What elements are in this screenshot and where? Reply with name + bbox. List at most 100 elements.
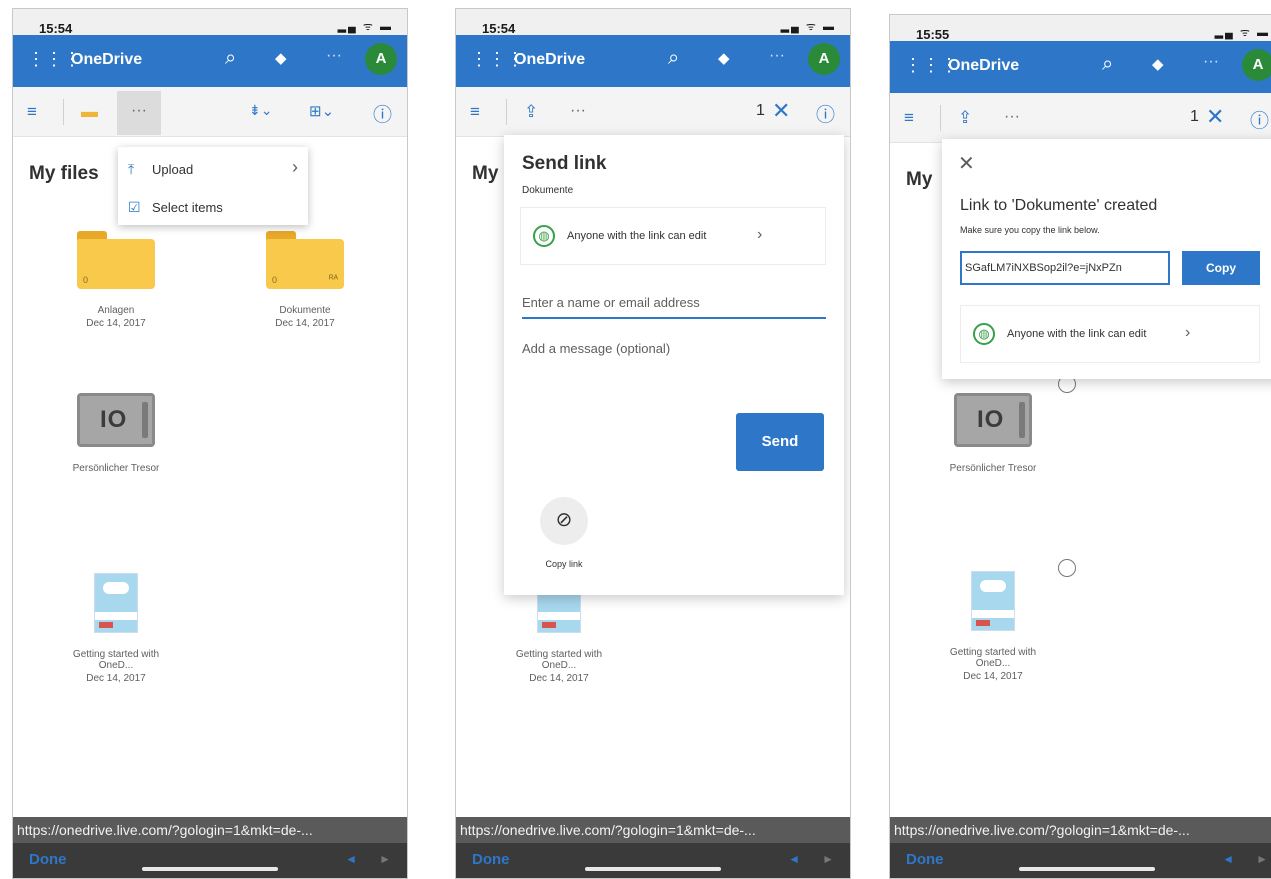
chevron-right-icon: ›	[1185, 324, 1191, 341]
premium-diamond-icon[interactable]: ◆	[718, 49, 730, 67]
menu-item-select-items[interactable]: ☑ Select items	[118, 189, 308, 225]
message-input[interactable]: Add a message (optional)	[522, 341, 670, 356]
forward-arrow-icon[interactable]: ►	[822, 852, 834, 866]
folder-tile-dokumente[interactable]: 0 ᴿᴬ Dokumente Dec 14, 2017	[245, 231, 365, 329]
selected-count: 1	[756, 102, 765, 119]
copy-link-button[interactable]: ⊘	[540, 497, 588, 545]
signal-wifi-battery-icon: ▂▄ ᯤ ▬	[337, 21, 393, 33]
premium-diamond-icon[interactable]: ◆	[1152, 55, 1164, 73]
browser-url[interactable]: https://onedrive.live.com/?gologin=1&mkt…	[890, 817, 1271, 843]
folder-tile-anlagen[interactable]: 0 Anlagen Dec 14, 2017	[56, 231, 176, 329]
status-time: 15:54	[482, 21, 516, 36]
link-created-panel: ✕ Link to 'Dokumente' created Make sure …	[942, 139, 1271, 379]
more-actions-button[interactable]: ···	[117, 91, 161, 135]
tile-name: Getting started with OneD...	[515, 649, 603, 671]
forward-arrow-icon[interactable]: ►	[1256, 852, 1268, 866]
more-actions-button[interactable]: ···	[990, 97, 1034, 141]
tile-date: Dec 14, 2017	[86, 673, 146, 684]
done-button[interactable]: Done	[472, 851, 510, 868]
page-title: My files	[29, 163, 99, 184]
vault-tile[interactable]: IO Persönlicher Tresor	[56, 393, 176, 474]
forward-arrow-icon[interactable]: ►	[379, 852, 391, 866]
hamburger-menu-icon[interactable]: ≡	[904, 108, 914, 128]
info-icon[interactable]: ⓘ	[373, 100, 392, 127]
screen-send-link: 15:54 ▂▄ ᯤ ▬ ⋮⋮⋮ OneDrive ⌕ ◆ ··· A ≡ ⇪ …	[455, 8, 851, 879]
menu-item-upload[interactable]: ⤒ Upload ›	[118, 151, 308, 187]
more-icon[interactable]: ···	[1203, 53, 1219, 71]
divider	[506, 99, 507, 125]
command-bar: ≡ ⇪ ··· 1 ✕ ⓘ	[456, 87, 850, 137]
link-url-field[interactable]: SGafLM7iNXBSop2il?e=jNxPZn	[960, 251, 1170, 285]
hamburger-menu-icon[interactable]: ≡	[27, 102, 37, 122]
selected-count: 1	[1190, 108, 1199, 125]
copy-button[interactable]: Copy	[1182, 251, 1260, 285]
panel-subtitle: Make sure you copy the link below.	[960, 225, 1100, 235]
more-actions-menu: ⤒ Upload › ☑ Select items	[118, 147, 308, 225]
more-icon[interactable]: ···	[769, 47, 785, 65]
file-tile-getting-started[interactable]: Getting started with OneD... Dec 14, 201…	[56, 573, 176, 684]
browser-toolbar: Done ◄ ►	[13, 843, 407, 878]
new-folder-icon[interactable]: ▬	[81, 102, 98, 122]
close-icon[interactable]: ✕	[958, 151, 975, 176]
info-icon[interactable]: ⓘ	[816, 100, 835, 127]
browser-toolbar: Done ◄ ►	[456, 843, 850, 878]
menu-item-label: Select items	[152, 200, 223, 215]
tile-date: Dec 14, 2017	[529, 673, 589, 684]
clear-selection-icon[interactable]: ✕	[1206, 104, 1224, 130]
home-indicator[interactable]	[585, 867, 721, 871]
done-button[interactable]: Done	[29, 851, 67, 868]
link-permission-button[interactable]: ◍ Anyone with the link can edit ›	[520, 207, 826, 265]
info-icon[interactable]: ⓘ	[1250, 106, 1269, 133]
vault-tile[interactable]: IO Persönlicher Tresor	[933, 393, 1053, 474]
sort-icon[interactable]: ⇟⌄	[249, 102, 272, 119]
chevron-right-icon: ›	[292, 157, 298, 177]
avatar[interactable]: A	[1242, 49, 1271, 81]
more-actions-button[interactable]: ···	[556, 91, 600, 135]
search-icon[interactable]: ⌕	[225, 47, 236, 70]
clear-selection-icon[interactable]: ✕	[772, 98, 790, 124]
divider	[63, 99, 64, 125]
search-icon[interactable]: ⌕	[1102, 53, 1113, 76]
send-button[interactable]: Send	[736, 413, 824, 471]
tile-name: Anlagen	[97, 305, 135, 316]
select-radio[interactable]	[1058, 559, 1076, 577]
back-arrow-icon[interactable]: ◄	[788, 852, 800, 866]
home-indicator[interactable]	[1019, 867, 1155, 871]
document-thumbnail-icon	[971, 571, 1015, 631]
home-indicator[interactable]	[142, 867, 278, 871]
view-grid-icon[interactable]: ⊞⌄	[309, 102, 334, 120]
back-arrow-icon[interactable]: ◄	[345, 852, 357, 866]
app-bar: ⋮⋮⋮ OneDrive ⌕ ◆ ··· A	[13, 35, 407, 87]
globe-icon: ◍	[533, 225, 555, 247]
screen-my-files: 15:54 ▂▄ ᯤ ▬ ⋮⋮⋮ OneDrive ⌕ ◆ ··· A ≡ ▬ …	[12, 8, 408, 879]
checkbox-icon: ☑	[128, 199, 141, 215]
search-icon[interactable]: ⌕	[668, 47, 679, 70]
send-link-panel: Send link Dokumente ◍ Anyone with the li…	[504, 135, 844, 595]
app-title[interactable]: OneDrive	[71, 51, 142, 69]
more-icon[interactable]: ···	[326, 47, 342, 65]
app-title[interactable]: OneDrive	[514, 51, 585, 69]
command-bar: ≡ ⇪ ··· 1 ✕ ⓘ	[890, 93, 1271, 143]
done-button[interactable]: Done	[906, 851, 944, 868]
file-tile-getting-started[interactable]: Getting started with OneD... Dec 14, 201…	[933, 571, 1053, 682]
tile-date: Dec 14, 2017	[275, 318, 335, 329]
hamburger-menu-icon[interactable]: ≡	[470, 102, 480, 122]
app-title[interactable]: OneDrive	[948, 57, 1019, 75]
link-permission-button[interactable]: ◍ Anyone with the link can edit ›	[960, 305, 1260, 363]
share-icon[interactable]: ⇪	[524, 102, 538, 122]
browser-url[interactable]: https://onedrive.live.com/?gologin=1&mkt…	[456, 817, 850, 843]
avatar[interactable]: A	[808, 43, 840, 75]
app-bar: ⋮⋮⋮ OneDrive ⌕ ◆ ··· A	[890, 41, 1271, 93]
recipient-input[interactable]: Enter a name or email address	[522, 289, 826, 319]
item-count: 0	[272, 275, 278, 285]
tile-name: Persönlicher Tresor	[72, 463, 160, 474]
back-arrow-icon[interactable]: ◄	[1222, 852, 1234, 866]
tile-name: Persönlicher Tresor	[949, 463, 1037, 474]
premium-diamond-icon[interactable]: ◆	[275, 49, 287, 67]
vault-icon: IO	[954, 393, 1032, 447]
status-time: 15:55	[916, 27, 950, 42]
avatar[interactable]: A	[365, 43, 397, 75]
browser-url[interactable]: https://onedrive.live.com/?gologin=1&mkt…	[13, 817, 407, 843]
share-icon[interactable]: ⇪	[958, 108, 972, 128]
folder-icon: 0	[77, 231, 155, 289]
